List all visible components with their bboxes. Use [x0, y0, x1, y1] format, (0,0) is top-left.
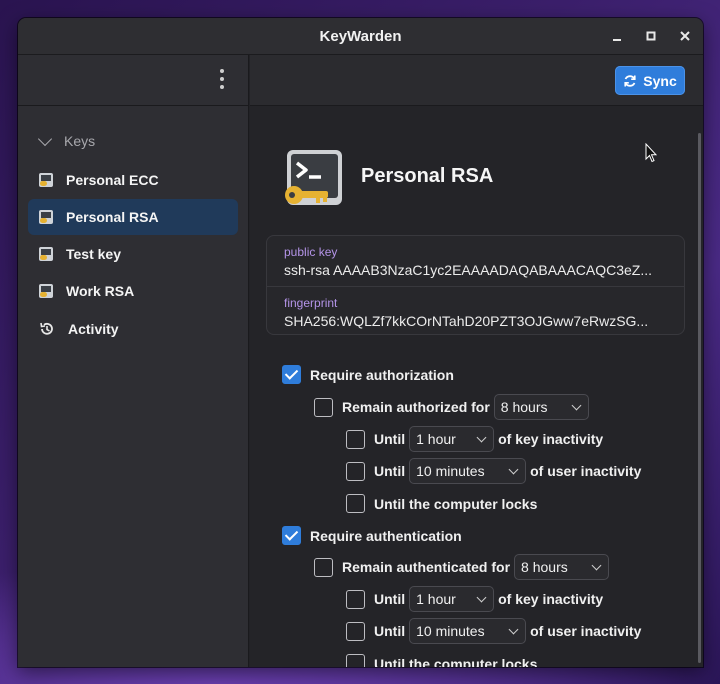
chevron-down-icon — [591, 560, 602, 570]
public-key-value[interactable]: ssh-rsa AAAAB3NzaC1yc2EAAAADAQABAAACAQC3… — [284, 262, 674, 278]
sidebar-item-label: Personal RSA — [66, 209, 159, 225]
authz-user-inactivity-checkbox[interactable] — [346, 461, 365, 481]
require-authentication-label: Require authentication — [310, 527, 462, 544]
chevron-down-icon — [571, 400, 582, 410]
kebab-menu-icon[interactable] — [214, 69, 230, 89]
require-authorization-checkbox[interactable] — [282, 365, 301, 384]
dropdown-value: 8 hours — [500, 399, 548, 415]
key-info-box: public key ssh-rsa AAAAB3NzaC1yc2EAAAADA… — [266, 235, 685, 335]
sidebar-item-label: Test key — [66, 246, 121, 262]
sync-button[interactable]: Sync — [615, 66, 685, 95]
titlebar[interactable]: KeyWarden — [18, 18, 703, 55]
chevron-down-icon — [476, 432, 487, 442]
public-key-label: public key — [284, 245, 338, 259]
authz-user-inactivity-option[interactable]: Until 10 minutes of user inactivity — [346, 458, 641, 484]
sidebar-item-personal-rsa[interactable]: Personal RSA — [28, 199, 238, 235]
until-label: Until — [374, 623, 406, 639]
remain-authorized-option[interactable]: Remain authorized for 8 hours — [314, 394, 593, 420]
remain-authorized-checkbox[interactable] — [314, 397, 333, 417]
key-file-icon — [39, 210, 53, 224]
require-authentication-checkbox[interactable] — [282, 526, 301, 545]
dropdown-value: 1 hour — [416, 591, 456, 607]
sidebar-item-label: Activity — [68, 321, 119, 337]
chevron-down-icon — [508, 624, 519, 634]
authz-user-inactivity-dropdown[interactable]: 10 minutes — [409, 458, 527, 484]
sidebar-item-work-rsa[interactable]: Work RSA — [28, 273, 238, 309]
sidebar-header — [18, 55, 248, 106]
remain-authenticated-label: Remain authenticated for — [342, 559, 511, 575]
main-header: Sync — [250, 55, 703, 106]
fingerprint-row[interactable]: fingerprint SHA256:WQLZf7kkCOrNTahD20PZT… — [267, 286, 684, 336]
require-authorization-option[interactable]: Require authorization — [282, 365, 454, 384]
scrollbar[interactable] — [698, 133, 701, 663]
remain-authenticated-checkbox[interactable] — [314, 557, 333, 577]
require-authorization-label: Require authorization — [310, 366, 454, 383]
chevron-down-icon — [508, 464, 519, 474]
mouse-cursor-icon — [645, 143, 657, 163]
authz-key-inactivity-checkbox[interactable] — [346, 429, 365, 449]
sidebar-item-activity[interactable]: Activity — [28, 311, 238, 347]
key-inactivity-suffix: of key inactivity — [498, 591, 604, 607]
history-icon — [40, 322, 53, 335]
main-pane: Sync Personal RSA public key ssh-rsa AAA… — [250, 55, 703, 667]
computer-locks-label: Until the computer locks — [374, 655, 538, 668]
window-title: KeyWarden — [319, 27, 402, 45]
window-controls — [607, 26, 695, 46]
sync-label: Sync — [643, 72, 677, 89]
authz-computer-locks-option[interactable]: Until the computer locks — [346, 494, 537, 513]
dropdown-value: 1 hour — [416, 431, 456, 447]
sidebar-item-personal-ecc[interactable]: Personal ECC — [28, 162, 238, 198]
key-file-icon — [39, 173, 53, 187]
key-title: Personal RSA — [361, 165, 494, 187]
until-label: Until — [374, 591, 406, 607]
fingerprint-label: fingerprint — [284, 296, 338, 310]
sidebar-item-label: Work RSA — [66, 283, 135, 299]
sync-icon — [624, 74, 636, 87]
until-label: Until — [374, 463, 406, 479]
fingerprint-value[interactable]: SHA256:WQLZf7kkCOrNTahD20PZT3OJGww7eRwzS… — [284, 313, 674, 329]
keys-section-header[interactable]: Keys — [37, 131, 96, 149]
remain-authenticated-option[interactable]: Remain authenticated for 8 hours — [314, 554, 613, 580]
authn-computer-locks-option[interactable]: Until the computer locks — [346, 654, 537, 667]
authn-key-inactivity-dropdown[interactable]: 1 hour — [409, 586, 495, 612]
minimize-icon[interactable] — [607, 26, 627, 46]
key-inactivity-suffix: of key inactivity — [498, 431, 604, 447]
user-inactivity-suffix: of user inactivity — [530, 623, 642, 639]
app-window: KeyWarden Keys Personal ECC Personal RSA… — [18, 18, 703, 667]
remain-authorized-dropdown[interactable]: 8 hours — [493, 394, 589, 420]
key-file-icon — [39, 284, 53, 298]
computer-locks-label: Until the computer locks — [374, 495, 538, 512]
dropdown-value: 10 minutes — [416, 623, 485, 639]
authn-key-inactivity-option[interactable]: Until 1 hour of key inactivity — [346, 586, 603, 612]
authz-computer-locks-checkbox[interactable] — [346, 494, 365, 513]
maximize-icon[interactable] — [641, 26, 661, 46]
dropdown-value: 10 minutes — [416, 463, 485, 479]
public-key-row[interactable]: public key ssh-rsa AAAAB3NzaC1yc2EAAAADA… — [267, 236, 684, 286]
authn-user-inactivity-checkbox[interactable] — [346, 621, 365, 641]
user-inactivity-suffix: of user inactivity — [530, 463, 642, 479]
authn-user-inactivity-dropdown[interactable]: 10 minutes — [409, 618, 527, 644]
chevron-down-icon — [476, 592, 487, 602]
remain-authorized-label: Remain authorized for — [342, 399, 490, 415]
until-label: Until — [374, 431, 406, 447]
chevron-down-icon — [37, 131, 53, 147]
remain-authenticated-dropdown[interactable]: 8 hours — [514, 554, 610, 580]
key-app-icon — [285, 150, 342, 205]
key-file-icon — [39, 247, 53, 261]
section-label: Keys — [64, 133, 96, 149]
sidebar: Keys Personal ECC Personal RSA Test key … — [18, 55, 249, 667]
authn-computer-locks-checkbox[interactable] — [346, 654, 365, 667]
authn-user-inactivity-option[interactable]: Until 10 minutes of user inactivity — [346, 618, 641, 644]
sidebar-item-label: Personal ECC — [66, 172, 159, 188]
close-icon[interactable] — [675, 26, 695, 46]
dropdown-value: 8 hours — [521, 559, 568, 575]
require-authentication-option[interactable]: Require authentication — [282, 526, 462, 545]
authz-key-inactivity-dropdown[interactable]: 1 hour — [409, 426, 495, 452]
authz-key-inactivity-option[interactable]: Until 1 hour of key inactivity — [346, 426, 603, 452]
sidebar-item-test-key[interactable]: Test key — [28, 236, 238, 272]
authn-key-inactivity-checkbox[interactable] — [346, 589, 365, 609]
